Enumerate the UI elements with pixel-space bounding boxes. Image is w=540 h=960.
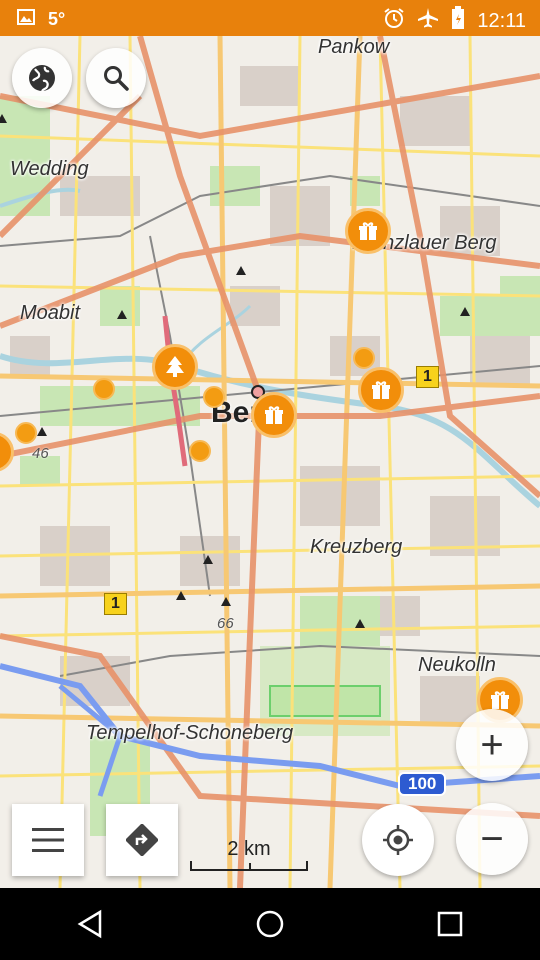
gift-icon xyxy=(491,691,509,709)
globe-icon xyxy=(29,65,55,92)
map-view[interactable]: Pankow Wedding Prenzlauer Berg Moabit Kr… xyxy=(0,36,540,888)
road-number: 46 xyxy=(32,445,49,462)
home-button[interactable] xyxy=(240,894,300,954)
highway-shield: 100 xyxy=(398,772,447,796)
home-icon xyxy=(256,910,284,938)
recents-button[interactable] xyxy=(420,894,480,954)
gift-icon xyxy=(359,222,377,240)
directions-icon xyxy=(126,824,158,856)
directions-button[interactable] xyxy=(106,804,178,876)
search-icon xyxy=(104,66,129,91)
back-button[interactable] xyxy=(60,894,120,954)
status-bar: 5° 12:11 xyxy=(0,0,540,36)
locate-button[interactable] xyxy=(362,804,434,876)
zoom-out-button[interactable]: − xyxy=(456,803,528,875)
district-label-neukolln: Neukolln xyxy=(418,654,496,676)
road-shield: 1 xyxy=(104,593,127,615)
district-label-wedding: Wedding xyxy=(10,158,89,180)
battery-icon xyxy=(451,6,465,36)
district-label-tempelhof-schoneberg: Tempelhof-Schoneberg xyxy=(86,722,294,744)
tree-marker[interactable] xyxy=(152,344,198,390)
gift-icon xyxy=(372,381,390,399)
gift-marker[interactable] xyxy=(345,208,391,254)
district-label-moabit: Moabit xyxy=(20,302,81,324)
poi-dot[interactable] xyxy=(15,422,37,444)
temperature: 5° xyxy=(48,9,66,29)
road-shield: 1 xyxy=(416,366,439,388)
navigation-bar xyxy=(0,888,540,960)
layers-button[interactable] xyxy=(12,48,72,108)
poi-dot[interactable] xyxy=(189,440,211,462)
alarm-icon xyxy=(383,7,405,35)
menu-icon xyxy=(32,828,64,852)
scale-label: 2 km xyxy=(227,838,271,860)
poi-dot[interactable] xyxy=(93,378,115,400)
district-label-pankow: Pankow xyxy=(318,36,390,58)
scale-ruler xyxy=(190,861,308,871)
recents-icon xyxy=(437,911,463,937)
back-icon xyxy=(77,909,102,939)
gift-marker[interactable] xyxy=(358,367,404,413)
district-label-kreuzberg: Kreuzberg xyxy=(310,536,403,558)
menu-button[interactable] xyxy=(12,804,84,876)
gift-marker[interactable] xyxy=(251,392,297,438)
gift-icon xyxy=(265,406,283,424)
poi-dot[interactable] xyxy=(353,347,375,369)
poi-dot[interactable] xyxy=(203,386,225,408)
scale-bar: 2 km xyxy=(190,838,308,871)
christmas-tree-icon xyxy=(166,356,184,377)
crosshair-icon xyxy=(383,825,413,855)
clock: 12:11 xyxy=(477,9,526,32)
search-button[interactable] xyxy=(86,48,146,108)
road-number: 66 xyxy=(217,615,234,632)
airplane-icon xyxy=(417,7,439,35)
image-icon xyxy=(16,7,36,32)
zoom-in-button[interactable]: + xyxy=(456,709,528,781)
